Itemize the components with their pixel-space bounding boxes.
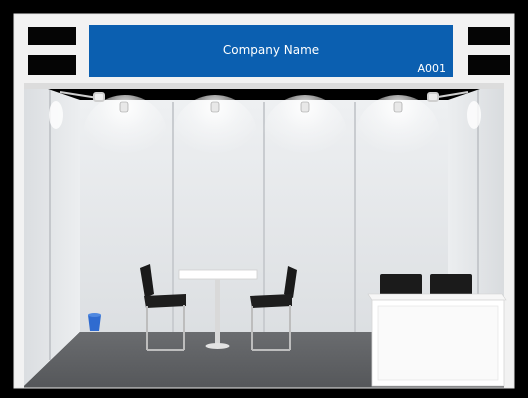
fascia-corner-opening xyxy=(468,55,510,75)
header-beam xyxy=(24,83,504,89)
booth-number-label: A001 xyxy=(417,62,446,75)
reception-desk xyxy=(367,293,507,387)
waste-bin xyxy=(88,313,101,331)
exhibition-booth-scene: Company Name A001 xyxy=(0,0,528,398)
fascia-corner-opening xyxy=(28,27,76,45)
fascia-corner-opening xyxy=(468,27,510,45)
left-wall-glow xyxy=(49,101,63,129)
company-name-label: Company Name xyxy=(223,43,319,57)
fascia-corner-opening xyxy=(28,55,76,75)
right-wall-glow xyxy=(467,101,481,129)
